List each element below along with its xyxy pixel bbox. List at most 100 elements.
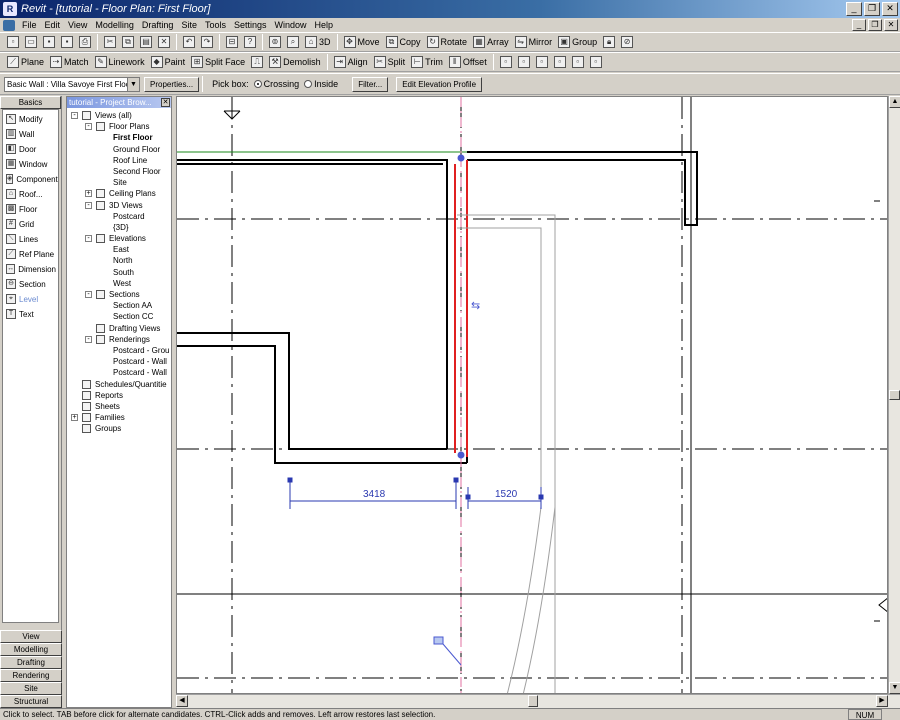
browser-view-item[interactable]: Section CC bbox=[67, 311, 171, 322]
browser-view-item[interactable]: Second Floor bbox=[67, 166, 171, 177]
browser-view-item[interactable]: Postcard - Wall bbox=[67, 367, 171, 378]
design-tab-basics[interactable]: Basics bbox=[0, 96, 61, 109]
design-tool-floor[interactable]: ▩ Floor bbox=[3, 202, 58, 217]
trim-button[interactable]: ⊢ Trim bbox=[408, 54, 446, 70]
wall[interactable] bbox=[467, 151, 698, 226]
wall-end-grip[interactable] bbox=[457, 451, 465, 459]
collapse-icon[interactable]: - bbox=[85, 123, 92, 131]
menu-file[interactable]: File bbox=[18, 20, 41, 30]
3d-view-button[interactable]: ⌂ 3D bbox=[302, 34, 334, 50]
edit-elevation-profile-button[interactable]: Edit Elevation Profile bbox=[396, 76, 483, 92]
undo-button[interactable]: ↶ bbox=[180, 34, 198, 50]
title-bar[interactable]: R Revit - [tutorial - Floor Plan: First … bbox=[0, 0, 900, 18]
doc-close-button[interactable]: ✕ bbox=[884, 19, 898, 31]
menu-edit[interactable]: Edit bbox=[41, 20, 65, 30]
expand-icon[interactable]: + bbox=[71, 414, 78, 422]
menu-modelling[interactable]: Modelling bbox=[91, 20, 138, 30]
browser-node-schedules-quantitie[interactable]: Schedules/Quantitie bbox=[67, 379, 171, 390]
vertical-scroll-thumb[interactable] bbox=[889, 390, 900, 400]
save-all-button[interactable]: ▪ bbox=[58, 34, 76, 50]
paint-button[interactable]: ◆ Paint bbox=[148, 54, 189, 70]
design-tool-door[interactable]: ◧ Door bbox=[3, 142, 58, 157]
design-tool-window[interactable]: ▦ Window bbox=[3, 157, 58, 172]
design-tool-ref-plane[interactable]: ⟋ Ref Plane bbox=[3, 247, 58, 262]
design-tool-component[interactable]: ◈ Component bbox=[3, 172, 58, 187]
browser-view-item[interactable]: Site bbox=[67, 177, 171, 188]
group-button[interactable]: ▣ Group bbox=[555, 34, 600, 50]
browser-node-drafting-views[interactable]: Drafting Views bbox=[67, 323, 171, 334]
expand-icon[interactable]: + bbox=[85, 190, 92, 198]
design-tool-dimension[interactable]: ↔ Dimension bbox=[3, 262, 58, 277]
split-face-button[interactable]: ⊞ Split Face bbox=[188, 54, 248, 70]
delete-button[interactable]: ✕ bbox=[155, 34, 173, 50]
design-tool-wall[interactable]: ▥ Wall bbox=[3, 127, 58, 142]
join-geometry-button[interactable]: ⎍ bbox=[248, 54, 266, 70]
align-tool-button[interactable]: ▫ bbox=[515, 54, 533, 70]
design-tab-drafting[interactable]: Drafting bbox=[0, 656, 62, 669]
design-tool-level[interactable]: ⌖ Level bbox=[3, 292, 58, 307]
wall[interactable] bbox=[177, 159, 448, 449]
browser-view-item[interactable]: North bbox=[67, 255, 171, 266]
copy-clipboard-button[interactable]: ⧉ bbox=[119, 34, 137, 50]
open-button[interactable]: ▭ bbox=[22, 34, 40, 50]
collapse-icon[interactable]: - bbox=[85, 201, 92, 209]
chevron-down-icon[interactable]: ▼ bbox=[127, 77, 139, 91]
design-tool-text[interactable]: T Text bbox=[3, 307, 58, 322]
horizontal-scroll-thumb[interactable] bbox=[528, 695, 538, 707]
browser-node-renderings[interactable]: - Renderings bbox=[67, 334, 171, 345]
browser-node-sheets[interactable]: Sheets bbox=[67, 401, 171, 412]
scroll-down-icon[interactable]: ▼ bbox=[889, 682, 900, 694]
dimension-grip[interactable] bbox=[538, 494, 544, 500]
unlock-button[interactable]: ⊘ bbox=[618, 34, 636, 50]
browser-view-item[interactable]: Section AA bbox=[67, 300, 171, 311]
menu-tools[interactable]: Tools bbox=[201, 20, 230, 30]
design-tab-site[interactable]: Site bbox=[0, 682, 62, 695]
browser-node-3d-views[interactable]: - 3D Views bbox=[67, 200, 171, 211]
move-button[interactable]: ✥ Move bbox=[341, 34, 383, 50]
design-tool-section[interactable]: ⊖ Section bbox=[3, 277, 58, 292]
horizontal-scrollbar[interactable]: ◀ ▶ bbox=[176, 694, 900, 708]
drawing-area[interactable]: ⇆ 3418 1520 bbox=[176, 96, 888, 694]
whats-this-button[interactable]: ? bbox=[241, 34, 259, 50]
scroll-left-icon[interactable]: ◀ bbox=[176, 695, 188, 707]
browser-node-views-all[interactable]: - Views (all) bbox=[67, 110, 171, 121]
save-button[interactable]: ▪ bbox=[40, 34, 58, 50]
plane-button[interactable]: ⟋ Plane bbox=[4, 54, 47, 70]
browser-node-groups[interactable]: Groups bbox=[67, 423, 171, 434]
dynamic-view-button[interactable]: ⊚ bbox=[266, 34, 284, 50]
flip-orientation-icon[interactable]: ⇆ bbox=[471, 299, 480, 312]
menu-help[interactable]: Help bbox=[311, 20, 338, 30]
scroll-up-icon[interactable]: ▲ bbox=[889, 96, 900, 108]
collapse-icon[interactable]: - bbox=[85, 291, 92, 298]
print-button[interactable]: ⎙ bbox=[76, 34, 94, 50]
cut-button[interactable]: ✂ bbox=[101, 34, 119, 50]
door-swing-arc[interactable] bbox=[506, 506, 542, 694]
dimension-grip[interactable] bbox=[453, 477, 459, 483]
close-icon[interactable]: ✕ bbox=[161, 98, 170, 107]
project-browser-header[interactable]: tutorial - Project Brow... ✕ bbox=[67, 97, 171, 108]
lock-button[interactable]: 🔒︎ bbox=[600, 34, 618, 50]
copy-button[interactable]: ⧉ Copy bbox=[383, 34, 424, 50]
dimension-tool-button[interactable]: ▫ bbox=[497, 54, 515, 70]
browser-node-ceiling-plans[interactable]: + Ceiling Plans bbox=[67, 188, 171, 199]
design-tab-view[interactable]: View bbox=[0, 630, 62, 643]
rotate-button[interactable]: ↻ Rotate bbox=[424, 34, 471, 50]
browser-node-families[interactable]: + Families bbox=[67, 412, 171, 423]
menu-settings[interactable]: Settings bbox=[230, 20, 271, 30]
design-tool-modify[interactable]: ↖ Modify bbox=[3, 112, 58, 127]
browser-view-item[interactable]: South bbox=[67, 267, 171, 278]
collapse-icon[interactable]: - bbox=[71, 112, 78, 119]
zoom-button[interactable]: ⌕ bbox=[284, 34, 302, 50]
tag-icon[interactable] bbox=[433, 636, 444, 645]
collapse-icon[interactable]: - bbox=[85, 335, 92, 343]
menu-view[interactable]: View bbox=[64, 20, 91, 30]
minimize-button[interactable]: _ bbox=[846, 2, 862, 16]
crossing-radio[interactable] bbox=[253, 80, 262, 88]
paste-button[interactable]: ▤ bbox=[137, 34, 155, 50]
match-button[interactable]: ⇢ Match bbox=[47, 54, 92, 70]
dimension-value-left[interactable]: 3418 bbox=[363, 489, 386, 500]
design-tool-roof[interactable]: ⌂ Roof... bbox=[3, 187, 58, 202]
revit-app-icon[interactable]: R bbox=[3, 2, 17, 16]
filter-button[interactable]: Filter... bbox=[352, 76, 389, 92]
doc-restore-button[interactable]: ❐ bbox=[868, 19, 882, 31]
